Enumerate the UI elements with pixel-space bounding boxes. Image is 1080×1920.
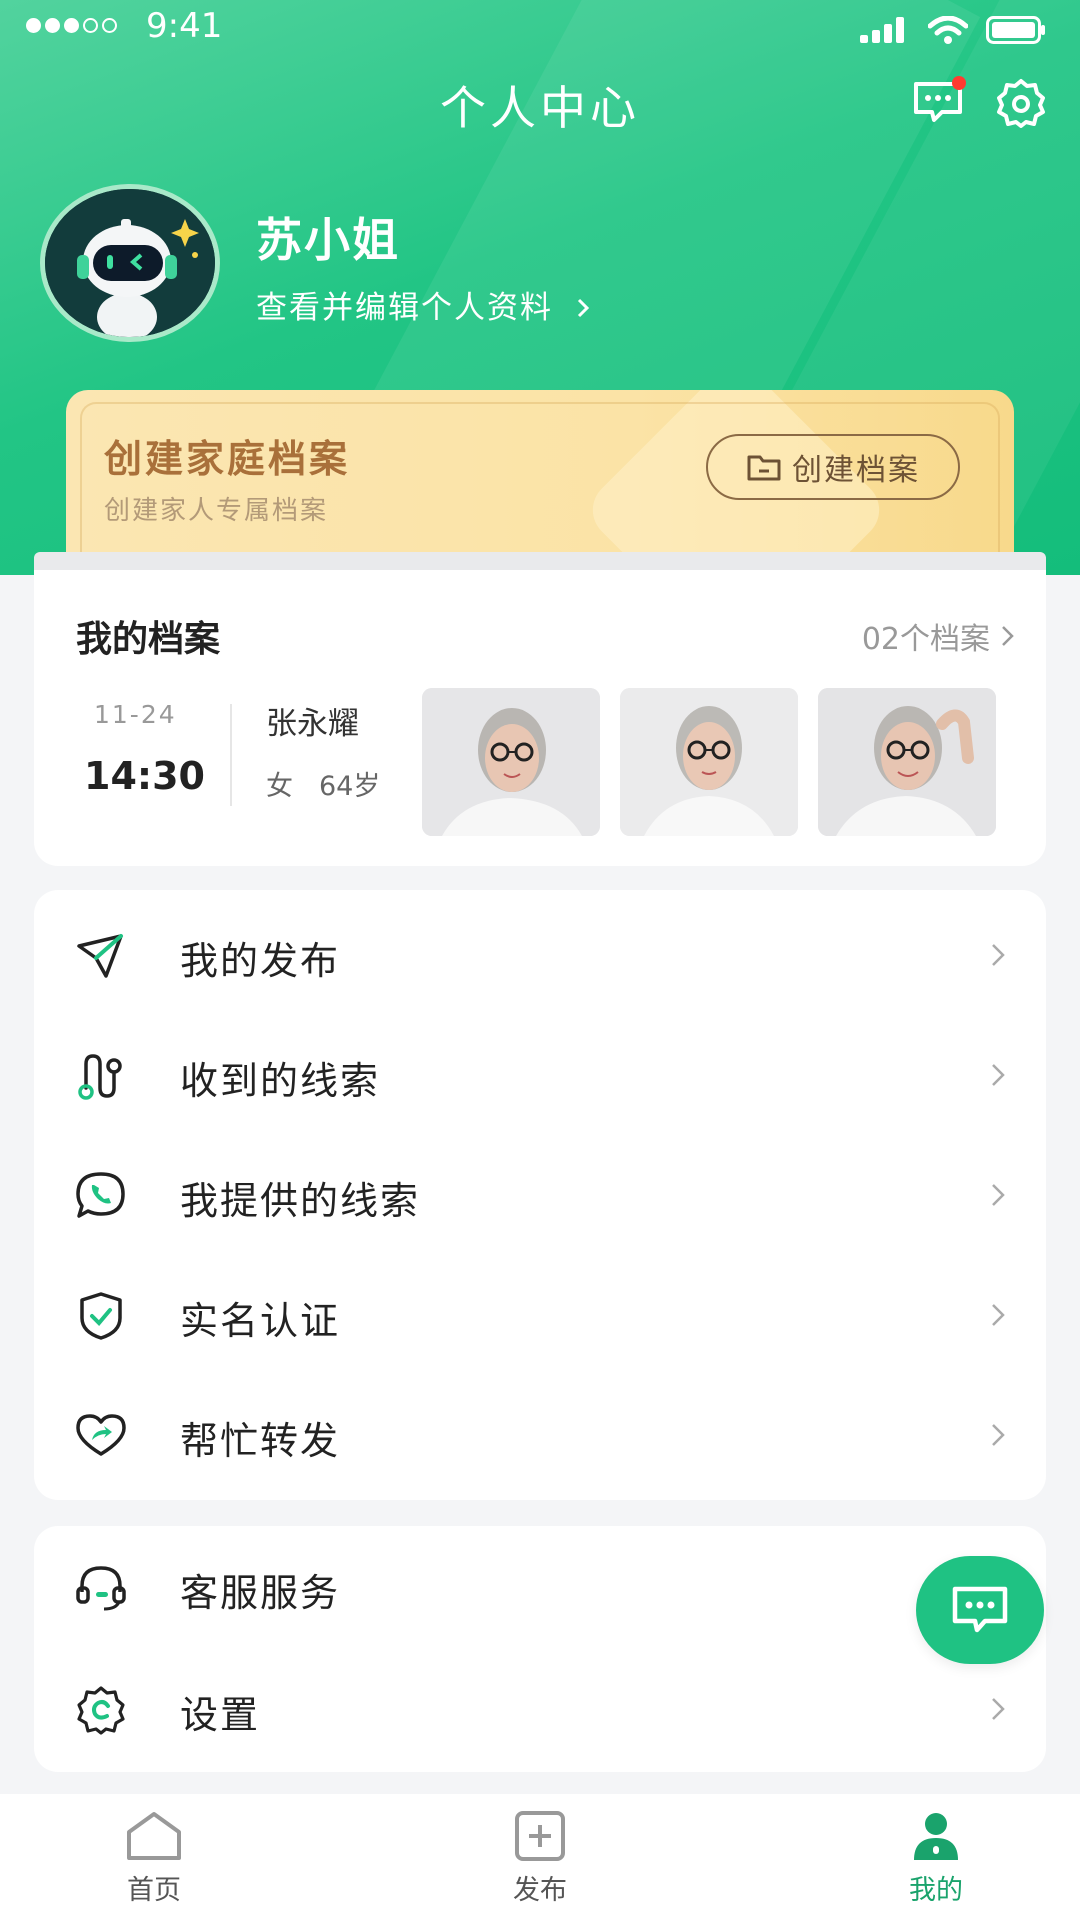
route-icon	[78, 1054, 122, 1100]
chevron-right-icon	[992, 944, 1005, 966]
tab-label: 发布	[513, 1875, 567, 1906]
archives-count: 02个档案	[861, 622, 990, 657]
user-name: 苏小姐	[256, 213, 400, 267]
chevron-right-icon	[992, 1304, 1005, 1326]
menu-label: 我提供的线索	[180, 1179, 421, 1223]
cellular-signal-icon	[860, 17, 904, 43]
menu-item-my-posts[interactable]: 我的发布	[34, 894, 1046, 1014]
archive-person-meta: 女 64岁	[266, 764, 380, 803]
menu-label: 帮忙转发	[180, 1419, 341, 1463]
unread-dot	[952, 76, 966, 90]
tab-publish[interactable]: 发布	[470, 1794, 610, 1920]
battery-icon	[986, 16, 1045, 44]
portrait-photo	[620, 688, 798, 836]
messages-button[interactable]	[912, 76, 966, 126]
folder-icon	[747, 455, 781, 481]
main-menu-card: 我的发布 收到的线索 我提供的线索 实名认证 帮忙转发	[34, 890, 1046, 1500]
archives-count-link[interactable]: 02个档案	[862, 614, 1016, 658]
chat-phone-icon	[76, 1172, 125, 1218]
archive-age: 64岁	[319, 771, 381, 802]
bottom-tab-bar: 首页 发布 我的	[0, 1794, 1080, 1920]
menu-item-real-name-auth[interactable]: 实名认证	[34, 1254, 1046, 1374]
menu-label: 客服服务	[180, 1571, 341, 1615]
floating-chat-button[interactable]	[916, 1556, 1044, 1664]
gear-icon	[77, 1686, 125, 1735]
status-bar: 9:41	[0, 0, 1080, 56]
menu-label: 我的发布	[180, 939, 341, 983]
menu-label: 实名认证	[180, 1299, 341, 1343]
banner-subtitle: 创建家人专属档案	[104, 496, 329, 526]
robot-avatar-icon	[45, 189, 215, 337]
service-menu-card: 客服服务 设置	[34, 1526, 1046, 1772]
create-archive-label: 创建档案	[792, 453, 920, 488]
menu-item-settings[interactable]: 设置	[34, 1648, 1046, 1768]
edit-profile-link[interactable]: 查看并编辑个人资料	[256, 282, 591, 327]
portrait-photo	[422, 688, 600, 836]
chevron-right-icon	[992, 1184, 1005, 1206]
archive-photo-2[interactable]	[620, 688, 798, 836]
divider	[230, 704, 232, 806]
shield-check-icon	[80, 1292, 122, 1340]
archive-photo-1[interactable]	[422, 688, 600, 836]
heart-share-icon	[76, 1414, 126, 1456]
menu-item-help-share[interactable]: 帮忙转发	[34, 1374, 1046, 1494]
archive-date: 11-24	[94, 700, 177, 729]
chevron-right-icon	[1002, 626, 1014, 646]
archive-person-name: 张永耀	[266, 706, 359, 742]
family-archive-banner: 创建家庭档案 创建家人专属档案 创建档案	[66, 390, 1014, 570]
status-time: 9:41	[146, 6, 223, 46]
portrait-photo	[818, 688, 996, 836]
wifi-icon	[928, 16, 968, 44]
settings-button[interactable]	[996, 78, 1046, 128]
tab-mine[interactable]: 我的	[866, 1794, 1006, 1920]
chevron-right-icon	[992, 1698, 1005, 1720]
profile-header: 9:41 个人中心 苏小姐 查看并编辑个人资料 创建家庭档案 创建家人专属档案 …	[0, 0, 1080, 575]
archive-time: 14:30	[84, 754, 205, 798]
create-archive-button[interactable]: 创建档案	[706, 434, 960, 500]
chevron-right-icon	[992, 1424, 1005, 1446]
headset-icon	[76, 1566, 126, 1611]
carrier-signal-icon	[26, 18, 117, 33]
tab-home[interactable]: 首页	[84, 1794, 224, 1920]
plus-square-icon	[515, 1811, 565, 1861]
archive-photo-3[interactable]	[818, 688, 996, 836]
archive-gender: 女	[266, 771, 293, 802]
chevron-right-icon	[992, 1064, 1005, 1086]
menu-label: 收到的线索	[180, 1059, 381, 1103]
chevron-right-icon	[577, 298, 589, 318]
menu-label: 设置	[180, 1693, 261, 1737]
banner-title: 创建家庭档案	[104, 437, 351, 481]
paper-plane-icon	[77, 934, 123, 978]
tab-label: 我的	[909, 1875, 963, 1906]
menu-item-provided-clues[interactable]: 我提供的线索	[34, 1134, 1046, 1254]
person-icon	[914, 1813, 958, 1860]
my-archives-card[interactable]: 我的档案 02个档案 11-24 14:30 张永耀 女 64岁	[34, 570, 1046, 866]
archives-title: 我的档案	[76, 619, 221, 660]
edit-profile-label: 查看并编辑个人资料	[256, 290, 553, 326]
gear-icon	[997, 79, 1045, 128]
menu-item-customer-service[interactable]: 客服服务	[34, 1526, 1046, 1646]
chat-bubble-icon	[952, 1586, 1008, 1633]
avatar[interactable]	[40, 184, 220, 342]
menu-item-received-clues[interactable]: 收到的线索	[34, 1014, 1046, 1134]
tab-label: 首页	[127, 1875, 181, 1906]
home-icon	[127, 1812, 181, 1860]
